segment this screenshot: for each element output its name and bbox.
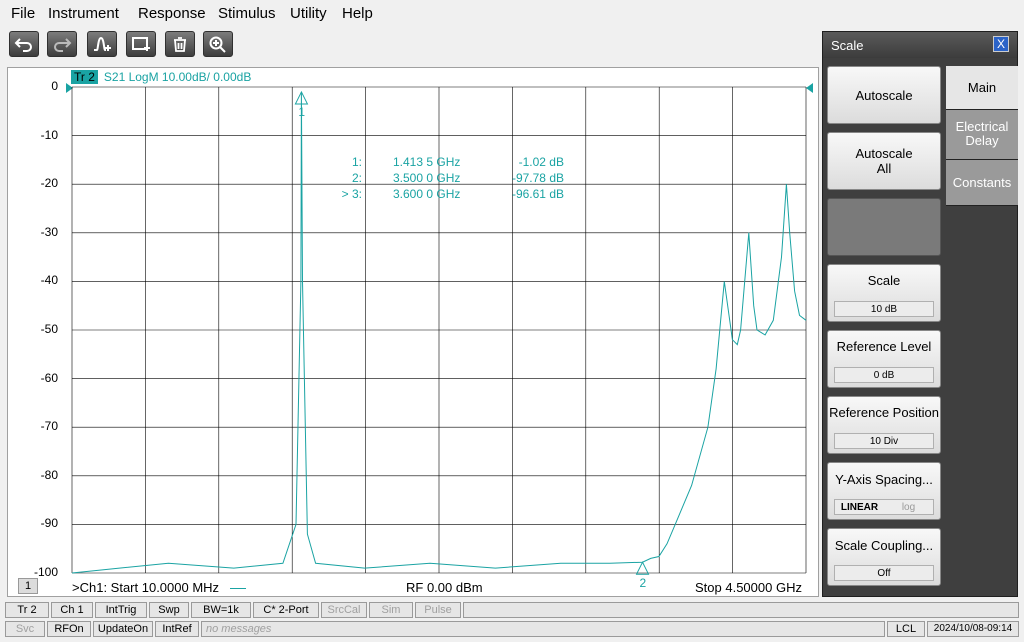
marker-1-flag-label: 1 bbox=[298, 105, 305, 119]
status-swp[interactable]: Swp bbox=[149, 602, 189, 618]
delete-button[interactable] bbox=[165, 31, 195, 57]
marker-2-value[interactable]: -97.78 dB bbox=[490, 171, 564, 185]
y-tick-label: -40 bbox=[40, 273, 58, 288]
marker-2-id[interactable]: 2: bbox=[326, 171, 362, 185]
autoscale-all-button[interactable]: Autoscale All bbox=[827, 132, 941, 190]
autoscale-all-label-1: Autoscale bbox=[855, 146, 913, 161]
close-icon: X bbox=[996, 37, 1005, 51]
scale-coupling-value[interactable]: Off bbox=[834, 565, 934, 581]
y-tick-label: -10 bbox=[40, 127, 58, 142]
status-srccal[interactable]: SrcCal bbox=[321, 602, 367, 618]
channel-badge[interactable]: 1 bbox=[18, 578, 38, 594]
y-axis-spacing-toggle[interactable]: LINEAR log bbox=[834, 499, 934, 515]
close-button[interactable]: X bbox=[993, 36, 1009, 52]
zoom-button[interactable] bbox=[203, 31, 233, 57]
undo-button[interactable] bbox=[9, 31, 39, 57]
tab-electrical-delay[interactable]: Electrical Delay bbox=[946, 110, 1018, 160]
scale-panel: Scale X Autoscale Autoscale All Scale 10… bbox=[822, 31, 1018, 597]
tab-constants[interactable]: Constants bbox=[946, 160, 1018, 206]
scale-button[interactable]: Scale 10 dB bbox=[827, 264, 941, 322]
status-bw-1k[interactable]: BW=1k bbox=[191, 602, 251, 618]
reference-marker-right bbox=[806, 83, 813, 93]
marker-1-id[interactable]: 1: bbox=[326, 155, 362, 169]
undo-icon bbox=[14, 38, 32, 52]
zoom-icon bbox=[209, 36, 226, 53]
y-tick-label: -90 bbox=[40, 516, 58, 531]
screen-capture-button[interactable] bbox=[126, 31, 156, 57]
scale-label: Scale bbox=[867, 273, 901, 288]
marker-3-freq[interactable]: 3.600 0 GHz bbox=[393, 187, 483, 201]
status-lcl[interactable]: LCL bbox=[887, 621, 925, 637]
rf-power[interactable]: RF 0.00 dBm bbox=[406, 580, 483, 595]
blank-softkey[interactable] bbox=[827, 198, 941, 256]
status-pulse[interactable]: Pulse bbox=[415, 602, 461, 618]
status-tr-2[interactable]: Tr 2 bbox=[5, 602, 49, 618]
scale-coupling-label: Scale Coupling... bbox=[834, 538, 934, 553]
marker-icon bbox=[94, 36, 111, 51]
trace-label[interactable]: Tr 2 S21 LogM 10.00dB/ 0.00dB bbox=[71, 70, 251, 84]
screen-capture-icon bbox=[132, 37, 150, 51]
y-tick-label: -100 bbox=[33, 565, 58, 579]
marker-2-freq[interactable]: 3.500 0 GHz bbox=[393, 171, 483, 185]
autoscale-label: Autoscale bbox=[855, 88, 913, 103]
scale-coupling-button[interactable]: Scale Coupling... Off bbox=[827, 528, 941, 586]
marker-1-value[interactable]: -1.02 dB bbox=[490, 155, 564, 169]
status-filler bbox=[463, 602, 1019, 618]
marker-2-flag-label: 2 bbox=[640, 576, 647, 590]
menu-bar: File Instrument Response Stimulus Utilit… bbox=[0, 0, 1024, 28]
trace-legend-line bbox=[230, 588, 246, 589]
status-updateon[interactable]: UpdateOn bbox=[93, 621, 153, 637]
status-sim[interactable]: Sim bbox=[369, 602, 413, 618]
y-tick-label: -30 bbox=[40, 224, 58, 239]
trace-format: S21 LogM 10.00dB/ 0.00dB bbox=[103, 70, 252, 84]
status-svc[interactable]: Svc bbox=[5, 621, 45, 637]
panel-title: Scale bbox=[831, 38, 864, 53]
panel-title-bar: Scale X bbox=[823, 32, 1017, 58]
menu-instrument[interactable]: Instrument bbox=[48, 5, 119, 22]
tab-main[interactable]: Main bbox=[946, 66, 1018, 110]
menu-response[interactable]: Response bbox=[138, 5, 206, 22]
autoscale-all-label-2: All bbox=[876, 161, 892, 176]
reference-position-label: Reference Position bbox=[829, 405, 939, 420]
status-c-2-port[interactable]: C* 2-Port bbox=[253, 602, 319, 618]
trash-icon bbox=[174, 37, 186, 52]
status-intref[interactable]: IntRef bbox=[155, 621, 199, 637]
marker-3-id[interactable]: > 3: bbox=[326, 187, 362, 201]
menu-file[interactable]: File bbox=[11, 5, 35, 22]
y-axis-linear[interactable]: LINEAR bbox=[835, 500, 884, 514]
y-tick-label: -20 bbox=[40, 176, 58, 191]
stop-frequency[interactable]: Stop 4.50000 GHz bbox=[695, 580, 802, 595]
status-ch-1[interactable]: Ch 1 bbox=[51, 602, 93, 618]
marker-2-flag-icon[interactable] bbox=[635, 561, 650, 575]
status-inttrig[interactable]: IntTrig bbox=[95, 602, 147, 618]
y-tick-label: -50 bbox=[40, 322, 58, 336]
menu-help[interactable]: Help bbox=[342, 5, 373, 22]
scale-value[interactable]: 10 dB bbox=[834, 301, 934, 317]
y-axis-log[interactable]: log bbox=[884, 500, 933, 514]
y-tick-label: -80 bbox=[40, 467, 58, 482]
marker-1-freq[interactable]: 1.413 5 GHz bbox=[393, 155, 483, 169]
autoscale-button[interactable]: Autoscale bbox=[827, 66, 941, 124]
reference-level-label: Reference Level bbox=[836, 339, 932, 354]
y-tick-label: 0 bbox=[51, 79, 58, 93]
y-axis-spacing-label: Y-Axis Spacing... bbox=[835, 472, 933, 487]
reference-level-button[interactable]: Reference Level 0 dB bbox=[827, 330, 941, 388]
start-frequency[interactable]: >Ch1: Start 10.0000 MHz bbox=[72, 580, 219, 595]
status-no-messages: no messages bbox=[201, 621, 885, 637]
y-tick-label: -60 bbox=[40, 370, 58, 385]
trace-badge: Tr 2 bbox=[71, 70, 98, 84]
status-2024-10-08-09-14[interactable]: 2024/10/08-09:14 bbox=[927, 621, 1019, 637]
redo-icon bbox=[54, 38, 72, 52]
reference-level-value[interactable]: 0 dB bbox=[834, 367, 934, 383]
marker-3-value[interactable]: -96.61 dB bbox=[490, 187, 564, 201]
reference-position-value[interactable]: 10 Div bbox=[834, 433, 934, 449]
menu-utility[interactable]: Utility bbox=[290, 5, 327, 22]
status-rfon[interactable]: RFOn bbox=[47, 621, 91, 637]
redo-button[interactable] bbox=[47, 31, 77, 57]
menu-stimulus[interactable]: Stimulus bbox=[218, 5, 276, 22]
marker-button[interactable] bbox=[87, 31, 117, 57]
reference-position-button[interactable]: Reference Position 10 Div bbox=[827, 396, 941, 454]
y-axis-spacing-button[interactable]: Y-Axis Spacing... LINEAR log bbox=[827, 462, 941, 520]
y-tick-label: -70 bbox=[40, 419, 58, 434]
